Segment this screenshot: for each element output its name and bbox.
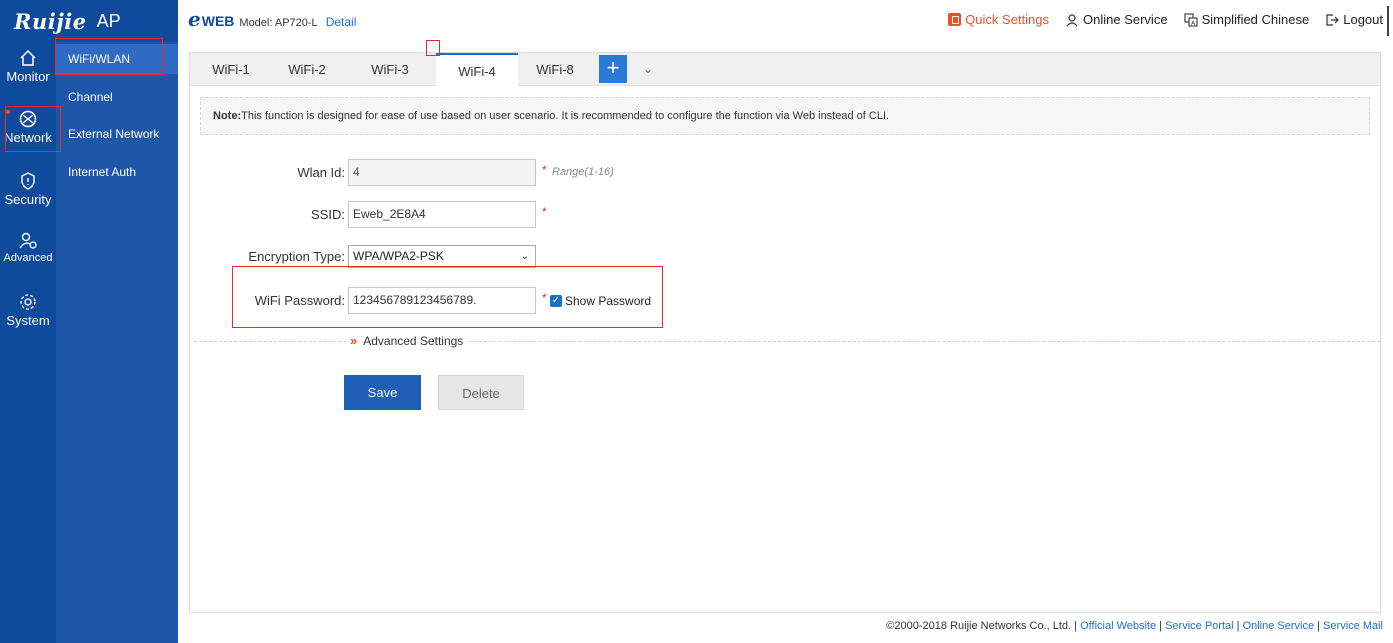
- subnav-wifi-wlan[interactable]: WiFi/WLAN: [56, 44, 178, 74]
- quick-settings-label: Quick Settings: [965, 12, 1050, 27]
- detail-link[interactable]: Detail: [326, 15, 357, 29]
- delete-button[interactable]: Delete: [438, 375, 524, 410]
- wlan-id-row: Wlan Id: * Range(1-16): [190, 159, 790, 187]
- nav-advanced[interactable]: Advanced: [0, 231, 56, 291]
- add-wifi-button[interactable]: +: [599, 55, 627, 83]
- subnav-internet-auth[interactable]: Internet Auth: [56, 157, 178, 187]
- subnav-external-network[interactable]: External Network: [56, 119, 178, 149]
- eweb-logo-icon: e: [188, 7, 201, 31]
- nav-advanced-label: Advanced: [3, 252, 53, 264]
- wlan-id-label: Wlan Id:: [297, 165, 345, 180]
- logout-label: Logout: [1343, 12, 1383, 27]
- password-field[interactable]: [348, 287, 536, 314]
- online-service-link[interactable]: Online Service: [1065, 12, 1168, 27]
- password-row: WiFi Password: * ✓ Show Password: [190, 287, 790, 315]
- footer-separator: |: [1317, 620, 1321, 632]
- main-content: WiFi-1 WiFi-2 WiFi-3 WiFi-4 WiFi-8 + ⌄ N…: [189, 52, 1381, 613]
- eweb-header: e WEB Model: AP720-L Detail: [188, 7, 357, 31]
- password-label: WiFi Password:: [254, 293, 345, 308]
- ssid-label: SSID:: [311, 207, 345, 222]
- logout-link[interactable]: Logout: [1325, 12, 1383, 27]
- nav-network-label: Network: [4, 130, 52, 145]
- tab-wifi-2[interactable]: WiFi-2: [274, 53, 340, 86]
- note-text: This function is designed for ease of us…: [241, 110, 890, 122]
- brand-name: Ruijie: [14, 8, 87, 34]
- subnav-channel[interactable]: Channel: [56, 82, 178, 112]
- device-model: Model: AP720-L: [239, 17, 318, 29]
- main-sidebar: Monitor Network Security Advanced System: [0, 42, 56, 643]
- wifi-tab-bar: WiFi-1 WiFi-2 WiFi-3 WiFi-4 WiFi-8 + ⌄: [190, 53, 1380, 87]
- note-banner: Note:This function is designed for ease …: [200, 97, 1370, 135]
- tab-wifi-8[interactable]: WiFi-8: [522, 53, 588, 86]
- tab-wifi-1[interactable]: WiFi-1: [198, 53, 264, 86]
- online-service-footer-link[interactable]: Online Service: [1243, 620, 1315, 632]
- required-mark: *: [542, 291, 547, 305]
- nav-security[interactable]: Security: [0, 171, 56, 231]
- active-indicator-dot: [6, 110, 10, 114]
- encryption-value: WPA/WPA2-PSK: [353, 249, 444, 263]
- service-mail-link[interactable]: Service Mail: [1323, 620, 1383, 632]
- brand-product: AP: [96, 10, 121, 31]
- save-button[interactable]: Save: [344, 375, 421, 410]
- checkmark-icon: ✓: [550, 295, 562, 307]
- required-mark: *: [542, 163, 547, 177]
- nav-system[interactable]: System: [0, 292, 56, 352]
- logout-icon: [1326, 13, 1340, 26]
- service-portal-link[interactable]: Service Portal: [1165, 620, 1233, 632]
- quick-settings-icon: [948, 13, 962, 26]
- online-service-label: Online Service: [1083, 12, 1168, 27]
- note-prefix: Note:: [213, 110, 242, 122]
- quick-settings-link[interactable]: Quick Settings: [948, 12, 1049, 27]
- nav-system-label: System: [6, 313, 50, 328]
- language-icon: A: [1184, 12, 1198, 27]
- footer-separator: |: [1236, 620, 1240, 632]
- encryption-select[interactable]: WPA/WPA2-PSK ⌄: [348, 245, 536, 268]
- copyright-text: ©2000-2018 Ruijie Networks Co., Ltd. |: [886, 620, 1078, 632]
- wlan-id-field[interactable]: [348, 159, 536, 186]
- sub-sidebar: WiFi/WLAN Channel External Network Inter…: [56, 42, 178, 643]
- header-divider: [1387, 6, 1389, 36]
- language-switch[interactable]: A Simplified Chinese: [1184, 12, 1310, 27]
- network-globe-icon: [19, 110, 37, 128]
- home-icon: [20, 49, 36, 66]
- required-mark: *: [542, 205, 547, 219]
- language-label: Simplified Chinese: [1201, 12, 1310, 27]
- footer: ©2000-2018 Ruijie Networks Co., Ltd. | O…: [886, 620, 1383, 632]
- tab-wifi-4[interactable]: WiFi-4: [436, 53, 518, 87]
- tab-wifi-3[interactable]: WiFi-3: [357, 53, 423, 86]
- eweb-logo-text: WEB: [201, 13, 235, 29]
- nav-security-label: Security: [4, 192, 52, 207]
- footer-separator: |: [1159, 620, 1163, 632]
- show-password-label: Show Password: [565, 294, 652, 308]
- nav-monitor-label: Monitor: [6, 69, 50, 84]
- chevron-down-icon: ⌄: [520, 251, 529, 262]
- nav-monitor[interactable]: Monitor: [0, 48, 56, 108]
- gear-icon: [20, 294, 36, 310]
- encryption-label: Encryption Type:: [248, 249, 345, 264]
- service-user-icon: [1066, 13, 1078, 26]
- brand-logo: Ruijie AP: [0, 0, 178, 42]
- official-website-link[interactable]: Official Website: [1080, 620, 1156, 632]
- encryption-row: Encryption Type: WPA/WPA2-PSK ⌄: [190, 245, 790, 273]
- top-bar: Ruijie AP e WEB Model: AP720-L Detail Qu…: [0, 0, 1393, 42]
- advanced-user-icon: [19, 232, 37, 249]
- ssid-row: SSID: *: [190, 201, 790, 229]
- top-actions: Quick Settings Online Service A Simplifi…: [948, 12, 1383, 27]
- advanced-settings-label: Advanced Settings: [363, 333, 464, 348]
- double-chevron-right-icon: »: [350, 333, 358, 348]
- wlan-id-range: Range(1-16): [552, 166, 614, 178]
- shield-icon: [21, 172, 35, 190]
- advanced-settings-toggle[interactable]: » Advanced Settings: [346, 333, 468, 348]
- show-password-checkbox[interactable]: ✓ Show Password: [550, 294, 651, 308]
- nav-network[interactable]: Network: [0, 109, 56, 169]
- chevron-down-icon[interactable]: ⌄: [638, 59, 658, 79]
- ssid-field[interactable]: [348, 201, 536, 228]
